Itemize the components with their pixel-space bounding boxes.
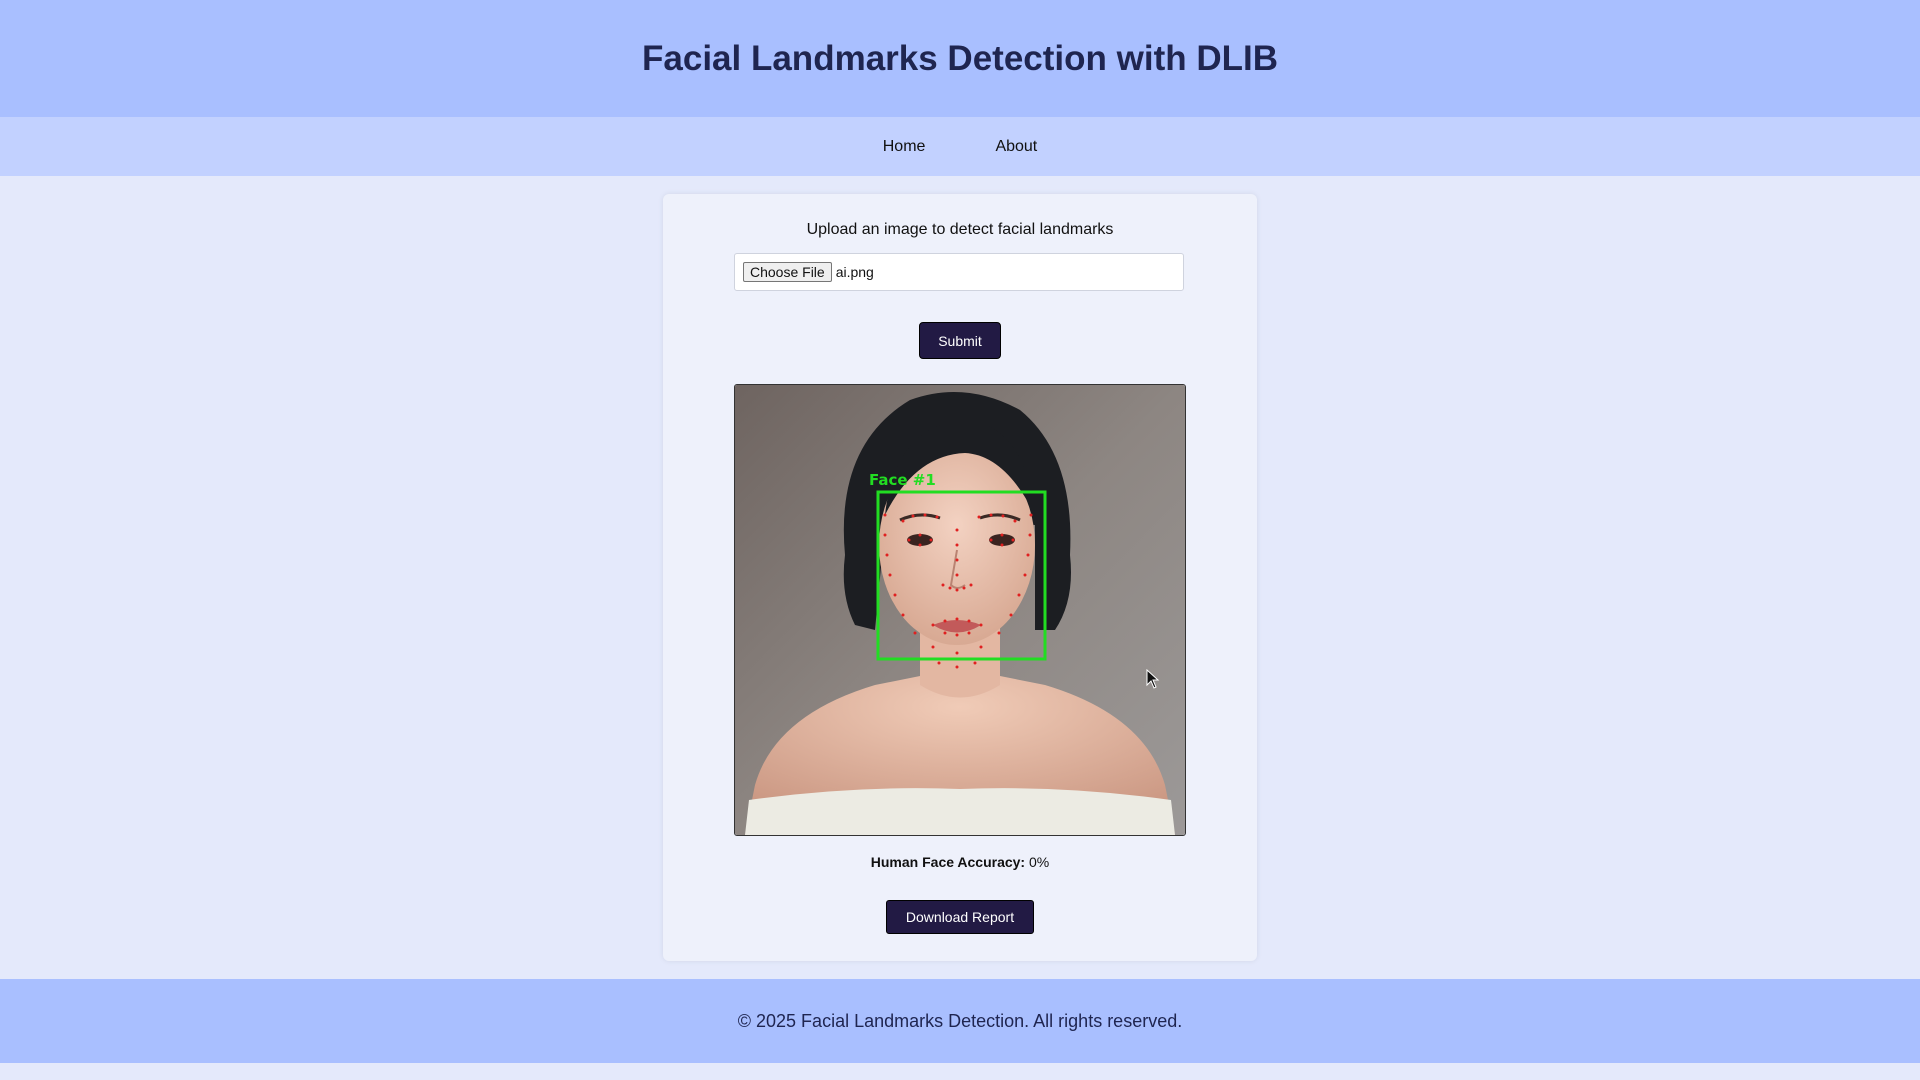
result-image: Face #1: [734, 384, 1186, 836]
footer-text: © 2025 Facial Landmarks Detection. All r…: [737, 1010, 1183, 1031]
mouse-cursor-icon: [1146, 668, 1160, 694]
upload-prompt: Upload an image to detect facial landmar…: [806, 221, 1114, 238]
submit-button[interactable]: Submit: [919, 322, 1001, 359]
accuracy-label: Human Face Accuracy:: [870, 854, 1026, 870]
download-report-button[interactable]: Download Report: [886, 900, 1034, 934]
site-footer: © 2025 Facial Landmarks Detection. All r…: [0, 979, 1920, 1063]
choose-file-button[interactable]: Choose File: [743, 262, 832, 282]
accuracy-readout: Human Face Accuracy: 0%: [663, 854, 1257, 870]
site-header: Facial Landmarks Detection with DLIB: [0, 0, 1920, 117]
selected-file-name: ai.png: [835, 264, 874, 280]
portrait-illustration: Face #1: [735, 385, 1185, 835]
white-top: [745, 788, 1175, 835]
face-box-label: Face #1: [869, 471, 936, 489]
main-nav: Home About: [0, 117, 1920, 176]
upload-card: Upload an image to detect facial landmar…: [663, 194, 1257, 961]
nav-link-home[interactable]: Home: [883, 138, 926, 156]
nav-link-about[interactable]: About: [995, 138, 1037, 156]
page-title: Facial Landmarks Detection with DLIB: [642, 38, 1278, 78]
accuracy-value: 0%: [1028, 854, 1050, 870]
file-input[interactable]: Choose File ai.png: [734, 253, 1184, 291]
